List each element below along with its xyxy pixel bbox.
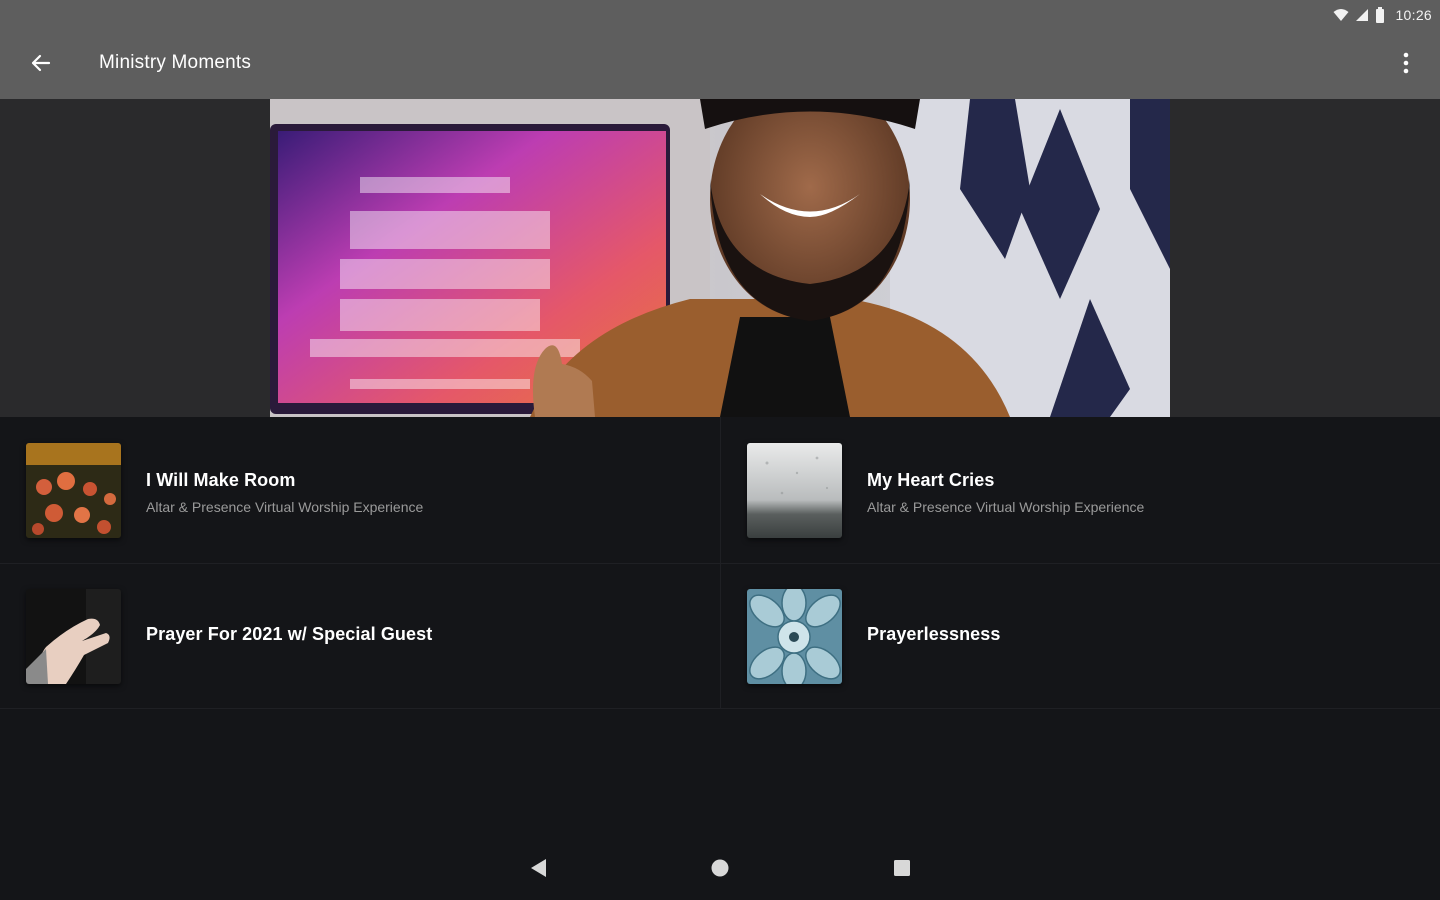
recents-square-icon (893, 859, 911, 882)
list-item-text: Prayerlessness (867, 624, 1001, 645)
nav-back-button[interactable] (518, 856, 558, 884)
list-item[interactable]: My Heart Cries Altar & Presence Virtual … (720, 417, 1440, 564)
back-button[interactable] (22, 47, 58, 83)
wifi-icon (1333, 8, 1349, 22)
nav-recents-button[interactable] (882, 856, 922, 884)
list-item-text: I Will Make Room Altar & Presence Virtua… (146, 470, 423, 515)
more-vert-icon (1403, 52, 1409, 79)
system-nav-bar (0, 840, 1440, 900)
status-time: 10:26 (1395, 7, 1432, 23)
overflow-menu-button[interactable] (1392, 47, 1420, 83)
list-item-title: Prayerlessness (867, 624, 1001, 644)
rainy-window-thumbnail (747, 443, 842, 538)
list-item[interactable]: Prayer For 2021 w/ Special Guest (0, 564, 720, 709)
list-item[interactable]: Prayerlessness (720, 564, 1440, 709)
list-item-subtitle: Altar & Presence Virtual Worship Experie… (867, 499, 1145, 515)
succulent-thumbnail (747, 589, 842, 684)
list-item-title: I Will Make Room (146, 470, 296, 490)
list-item-text: My Heart Cries Altar & Presence Virtual … (867, 470, 1144, 515)
status-bar: 10:26 (0, 0, 1440, 30)
hero-banner (0, 99, 1440, 417)
list-item-text: Prayer For 2021 w/ Special Guest (146, 624, 432, 645)
featured-worship-leader-photo[interactable] (270, 99, 1170, 417)
signal-icon (1355, 8, 1369, 22)
battery-icon (1375, 7, 1385, 23)
list-item-title: Prayer For 2021 w/ Special Guest (146, 624, 433, 644)
nav-home-button[interactable] (700, 856, 740, 884)
moments-list: I Will Make Room Altar & Presence Virtua… (0, 417, 1440, 709)
list-item-subtitle: Altar & Presence Virtual Worship Experie… (146, 499, 424, 515)
list-item[interactable]: I Will Make Room Altar & Presence Virtua… (0, 417, 720, 564)
page-title: Ministry Moments (99, 52, 252, 73)
open-hand-thumbnail (26, 589, 121, 684)
app-bar: Ministry Moments (0, 30, 1440, 99)
arrow-back-icon (29, 52, 51, 79)
flowers-thumbnail (26, 443, 121, 538)
home-circle-icon (710, 858, 730, 883)
list-item-title: My Heart Cries (867, 470, 995, 490)
back-triangle-icon (529, 858, 547, 883)
